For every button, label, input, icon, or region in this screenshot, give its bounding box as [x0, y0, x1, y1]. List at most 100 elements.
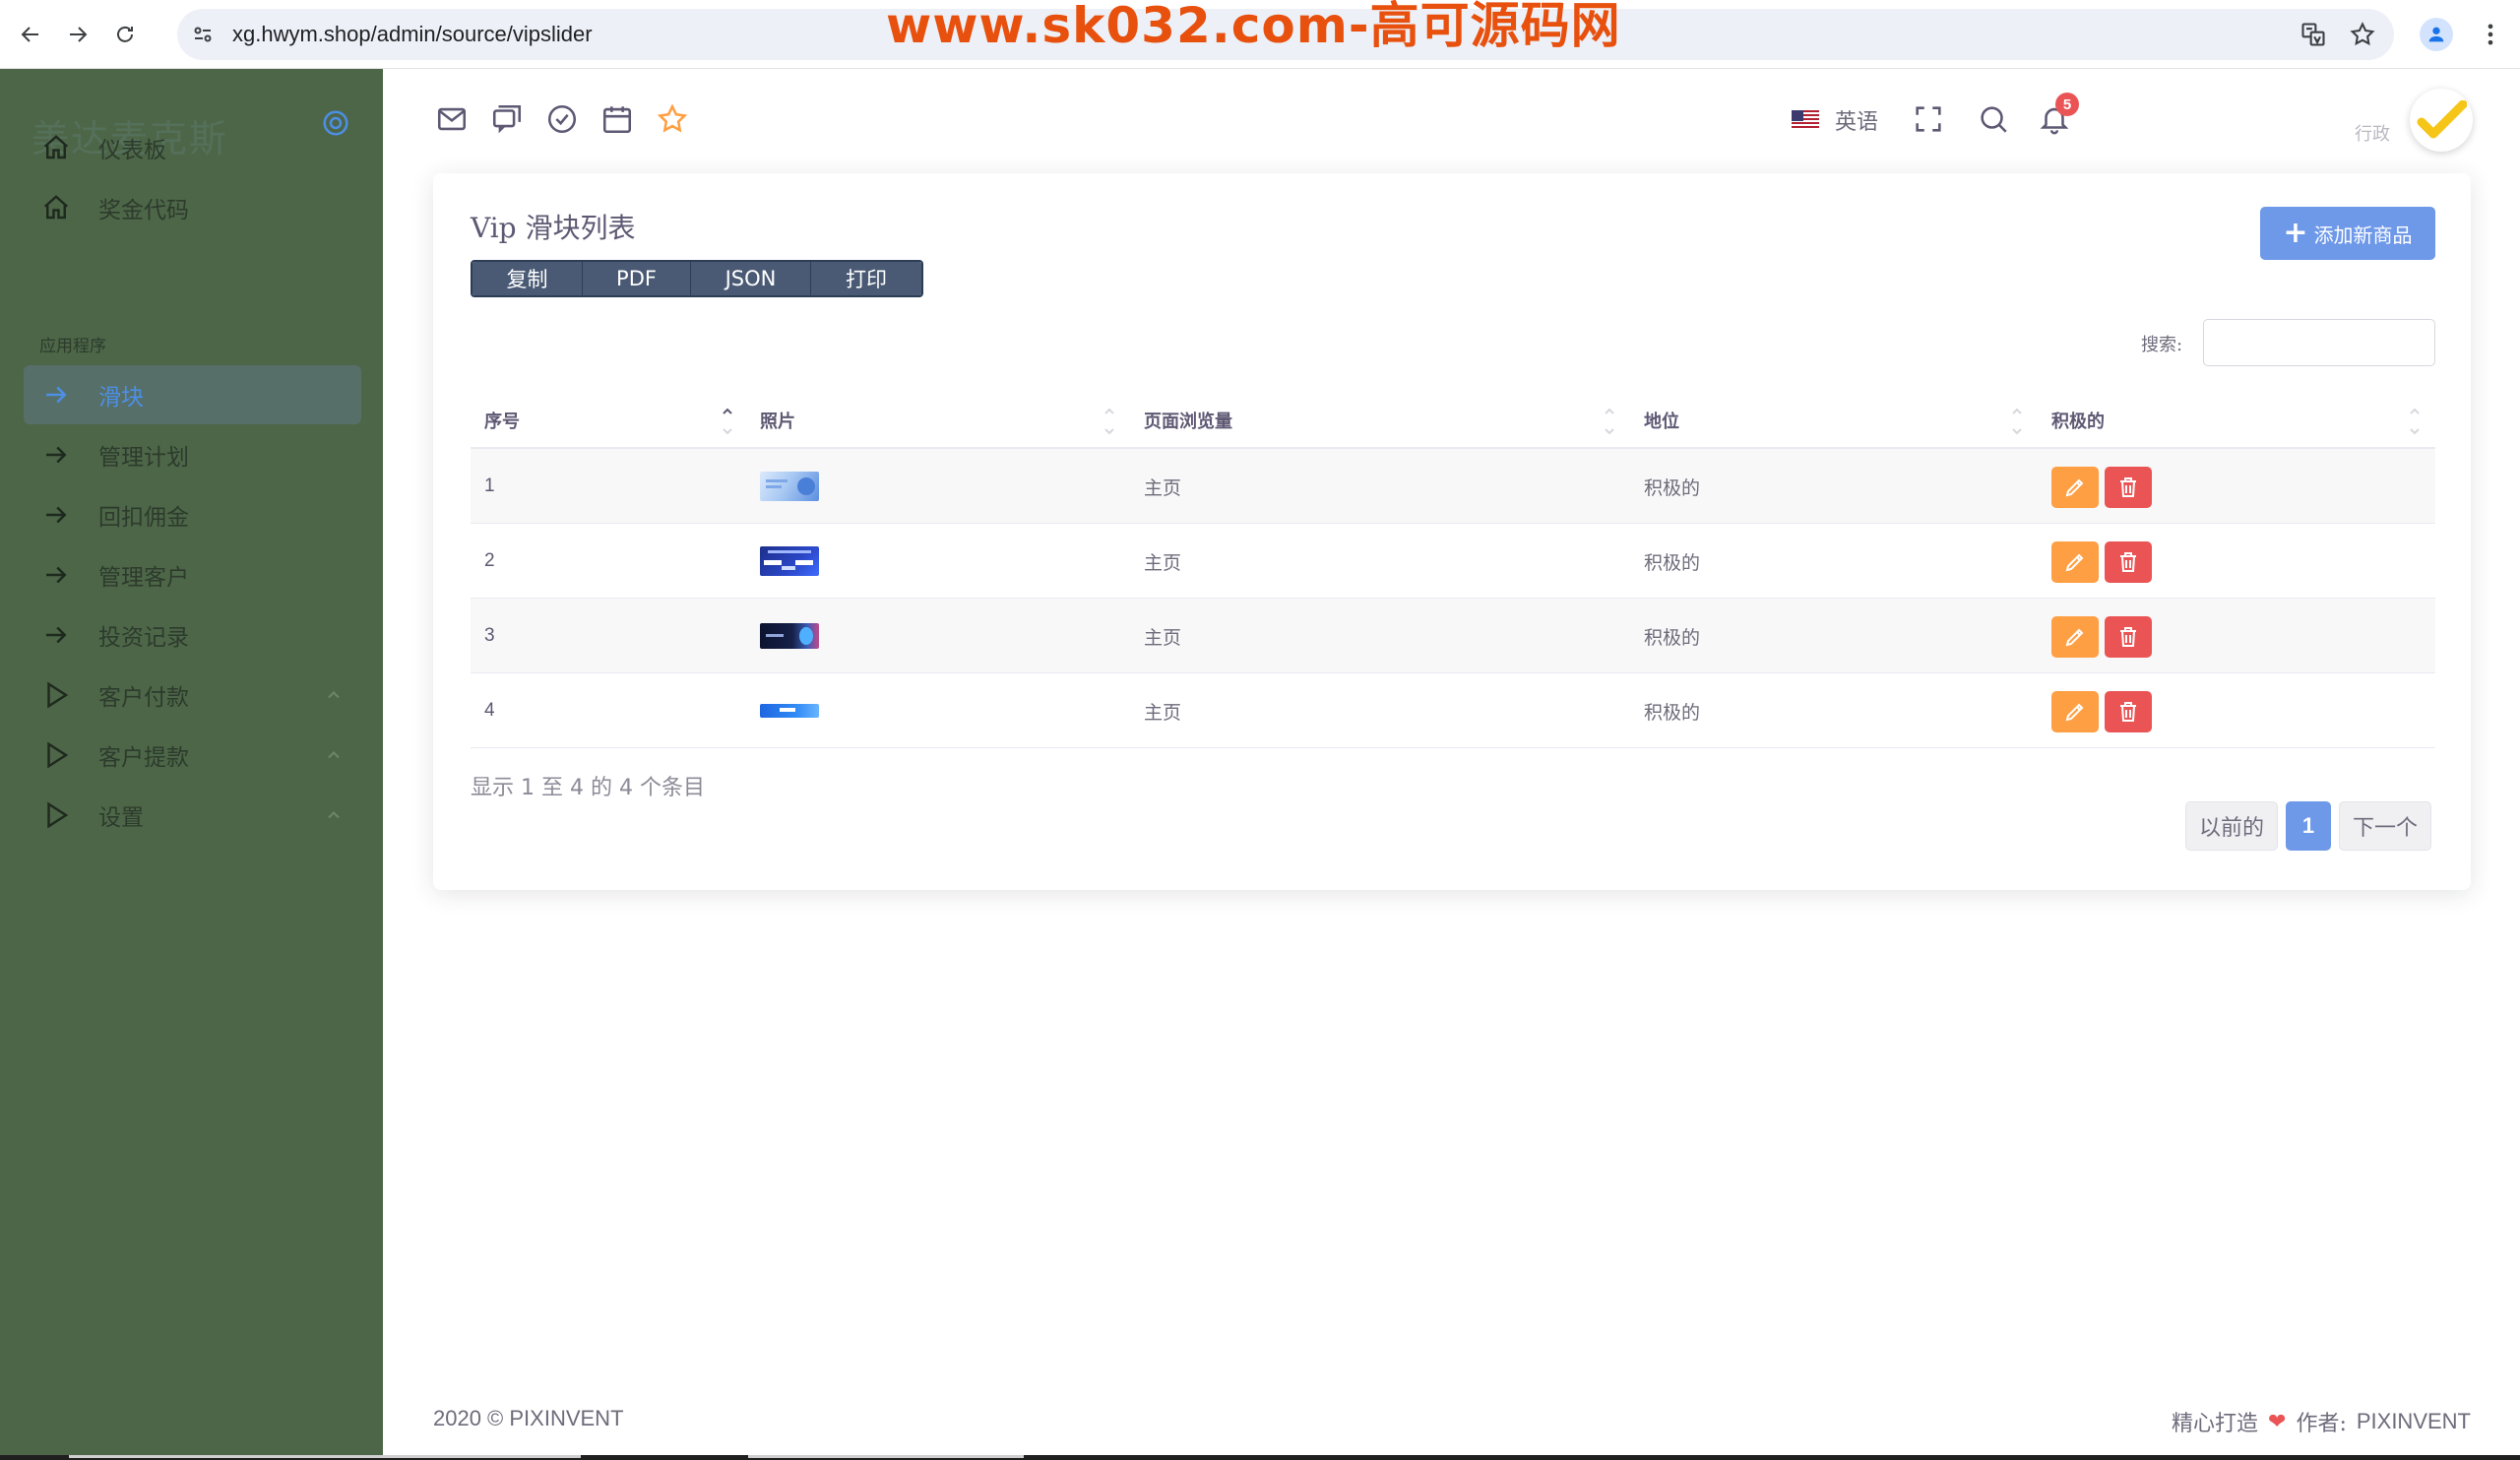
language-label: 英语 [1835, 110, 1879, 135]
sidebar-item-investment-records[interactable]: 投资记录 [24, 605, 361, 665]
json-button[interactable]: JSON [691, 262, 811, 295]
mail-icon[interactable] [435, 102, 469, 136]
calendar-icon[interactable] [600, 102, 634, 136]
table-header: 序号 照片 页面浏览量 地位 积极的 [471, 392, 2435, 449]
arrow-right-icon [39, 498, 73, 532]
sidebar-item-customer-payments[interactable]: 客户付款 [24, 666, 361, 725]
arrow-right-icon [39, 438, 73, 472]
url-text[interactable]: xg.hwym.shop/admin/source/vipslider [232, 22, 593, 47]
column-header-active[interactable]: 积极的 [2051, 392, 2105, 449]
row-status: 积极的 [1644, 701, 1701, 724]
copy-button[interactable]: 复制 [472, 262, 583, 295]
next-page-button[interactable]: 下一个 [2339, 801, 2431, 851]
reload-icon[interactable] [108, 18, 142, 51]
language-selector[interactable]: 英语 [1792, 104, 1878, 136]
add-new-item-button[interactable]: + 添加新商品 [2260, 207, 2435, 260]
sidebar-item-customer-withdrawals[interactable]: 客户提款 [24, 726, 361, 785]
plus-icon: + [2283, 216, 2308, 250]
column-header-photo[interactable]: 照片 [760, 392, 795, 449]
trash-icon [2120, 552, 2136, 572]
sidebar-item-label: 设置 [98, 805, 144, 831]
row-index: 4 [484, 700, 495, 721]
slider-thumbnail[interactable] [760, 449, 819, 524]
delete-button[interactable] [2105, 467, 2152, 508]
sort-icon[interactable] [1603, 402, 1616, 441]
slider-thumbnail[interactable] [760, 524, 819, 599]
sort-icon[interactable] [1102, 402, 1116, 441]
pencil-icon [2065, 478, 2084, 497]
sidebar-item-settings[interactable]: 设置 [24, 786, 361, 845]
column-header-index[interactable]: 序号 [484, 392, 520, 449]
star-icon[interactable] [656, 102, 689, 136]
search-input[interactable] [2203, 319, 2435, 366]
pdf-button[interactable]: PDF [583, 262, 691, 295]
arrow-right-icon [39, 558, 73, 592]
edit-button[interactable] [2051, 467, 2099, 508]
table-row: 1 主页 积极的 [471, 449, 2435, 524]
page-title: Vip 滑块列表 [471, 212, 636, 244]
more-menu-icon[interactable] [2477, 20, 2504, 49]
footer-author: PIXINVENT [2356, 1409, 2471, 1433]
sidebar-item-dashboard[interactable]: 仪表板 [24, 118, 361, 177]
column-header-page-views[interactable]: 页面浏览量 [1144, 392, 1232, 449]
edit-button[interactable] [2051, 616, 2099, 658]
row-page: 主页 [1144, 551, 1182, 574]
sort-asc-icon[interactable] [721, 402, 734, 441]
sidebar-item-slider[interactable]: 滑块 [24, 365, 361, 424]
delete-button[interactable] [2105, 691, 2152, 732]
footer-made-with: 精心打造 [2171, 1412, 2258, 1436]
pagination: 以前的 1 下一个 [2185, 801, 2431, 851]
row-page: 主页 [1144, 701, 1182, 724]
column-header-status[interactable]: 地位 [1644, 392, 1679, 449]
slider-thumbnail[interactable] [760, 673, 819, 748]
avatar[interactable] [2410, 89, 2473, 152]
delete-button[interactable] [2105, 541, 2152, 583]
translate-icon[interactable] [2300, 21, 2327, 48]
sidebar-item-bonus-code[interactable]: 奖金代码 [24, 178, 361, 237]
slider-table: 序号 照片 页面浏览量 地位 积极的 1 主页 积极的 2 主页 积极的 3 主… [471, 392, 2435, 748]
sidebar-item-rebate-commission[interactable]: 回扣佣金 [24, 485, 361, 544]
sort-icon[interactable] [2408, 402, 2422, 441]
play-icon [39, 738, 73, 772]
prev-page-button[interactable]: 以前的 [2185, 801, 2278, 851]
forward-icon[interactable] [61, 18, 94, 51]
row-page: 主页 [1144, 476, 1182, 499]
back-icon[interactable] [14, 18, 47, 51]
page-1-button[interactable]: 1 [2286, 801, 2331, 851]
vip-slider-card: Vip 滑块列表 + 添加新商品 复制 PDF JSON 打印 搜索: 序号 照… [433, 173, 2471, 890]
sidebar-item-manage-customers[interactable]: 管理客户 [24, 545, 361, 604]
edit-button[interactable] [2051, 541, 2099, 583]
bookmark-star-icon[interactable] [2349, 21, 2376, 48]
fullscreen-icon[interactable] [1912, 102, 1945, 136]
user-role: 行政 [2355, 124, 2390, 145]
chevron-up-icon [328, 751, 340, 759]
edit-button[interactable] [2051, 691, 2099, 732]
slider-thumbnail[interactable] [760, 599, 819, 673]
site-info-icon[interactable] [191, 23, 215, 46]
print-button[interactable]: 打印 [811, 262, 921, 295]
row-index: 3 [484, 625, 495, 646]
profile-icon[interactable] [2420, 18, 2453, 51]
sidebar-item-label: 管理客户 [98, 565, 189, 591]
pencil-icon [2065, 628, 2084, 647]
watermark-text: www.sk032.com-高可源码网 [886, 0, 1621, 54]
search-icon[interactable] [1977, 102, 2010, 136]
sidebar-item-label: 客户提款 [98, 745, 189, 771]
browser-toolbar: xg.hwym.shop/admin/source/vipslider www.… [0, 0, 2520, 69]
sidebar-item-label: 投资记录 [98, 625, 189, 651]
search-label: 搜索: [2141, 335, 2183, 355]
export-button-group: 复制 PDF JSON 打印 [471, 260, 923, 297]
pencil-icon [2065, 553, 2084, 572]
check-circle-icon[interactable] [545, 102, 579, 136]
chevron-up-icon [328, 691, 340, 699]
home-icon [39, 131, 73, 164]
trash-icon [2120, 702, 2136, 722]
row-page: 主页 [1144, 626, 1182, 649]
sidebar-item-manage-plans[interactable]: 管理计划 [24, 425, 361, 484]
footer-copyright: 2020 © PIXINVENT [433, 1406, 624, 1430]
chat-icon[interactable] [490, 102, 524, 136]
sort-icon[interactable] [2010, 402, 2024, 441]
delete-button[interactable] [2105, 616, 2152, 658]
add-button-label: 添加新商品 [2313, 222, 2413, 247]
footer-credit: 精心打造 ❤ 作者: PIXINVENT [2172, 1406, 2471, 1437]
